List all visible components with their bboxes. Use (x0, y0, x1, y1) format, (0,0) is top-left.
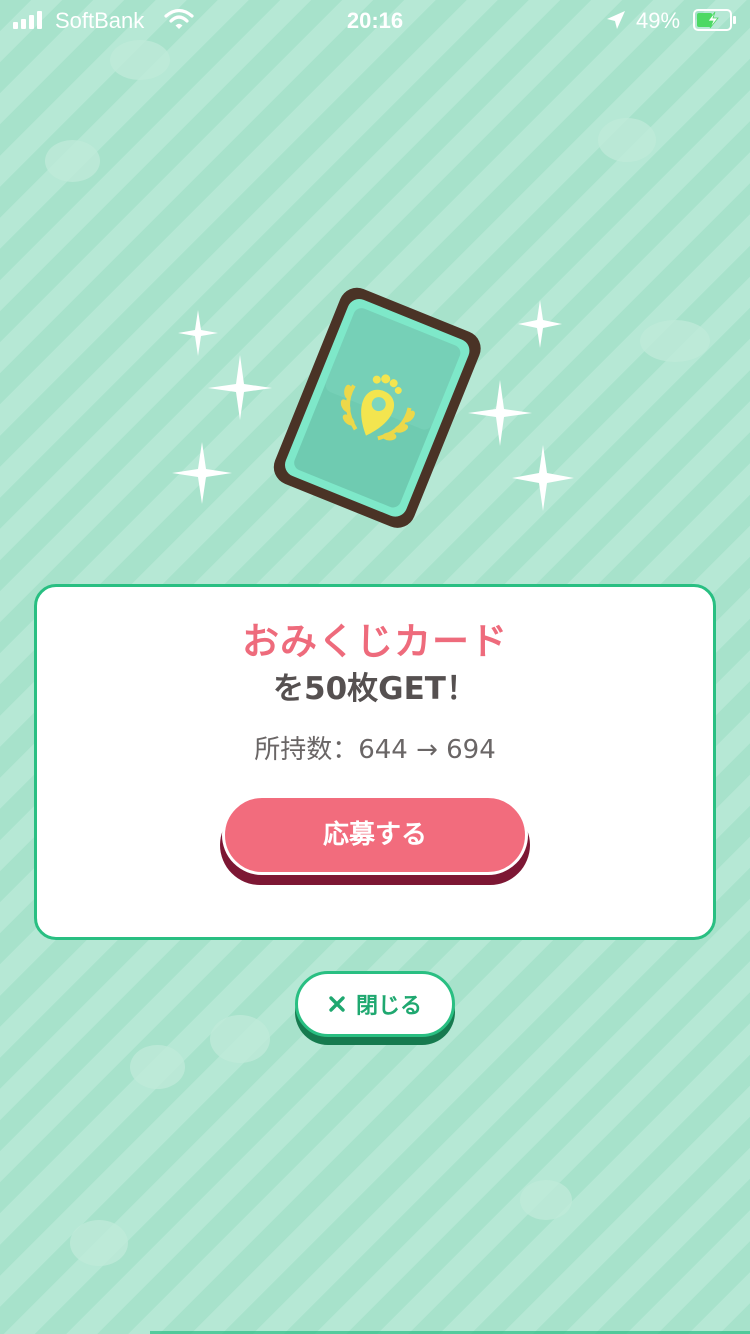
apply-button-label: 応募する (222, 795, 528, 875)
background-decoration (640, 320, 710, 362)
background-decoration (520, 1180, 572, 1220)
owned-count: 所持数：644 → 694 (254, 735, 496, 765)
sparkle-icon (172, 442, 232, 504)
battery-charging-icon (693, 9, 736, 31)
card-illustration (172, 287, 574, 528)
get-message: を50枚GET！ (273, 671, 477, 707)
status-bar: SoftBank 20:16 49% (0, 0, 750, 40)
close-button[interactable]: 閉じる (295, 971, 455, 1049)
location-arrow-icon (607, 11, 625, 29)
background-decoration (210, 1015, 270, 1063)
background-decoration (70, 1220, 128, 1266)
item-name: おみくじカード (242, 620, 508, 663)
background-decoration (45, 140, 100, 182)
close-button-face: 閉じる (295, 971, 455, 1037)
battery-percentage: 49% (636, 8, 681, 33)
sparkle-icon (512, 445, 574, 511)
sparkle-icon (468, 380, 532, 446)
sparkle-icon (208, 355, 272, 420)
background-decoration (110, 40, 170, 80)
background-decoration (130, 1045, 185, 1089)
sparkle-icon (178, 310, 218, 356)
background-decoration (598, 118, 656, 162)
close-button-label: 閉じる (355, 994, 422, 1019)
reward-screen: SoftBank 20:16 49% おみくじカード を50枚GET！ 所持数：… (0, 0, 750, 1334)
sparkle-icon (518, 300, 562, 348)
apply-button[interactable]: 応募する (220, 795, 530, 885)
reward-dialog: おみくじカード を50枚GET！ 所持数：644 → 694 応募する (34, 584, 716, 940)
close-icon (329, 996, 345, 1012)
